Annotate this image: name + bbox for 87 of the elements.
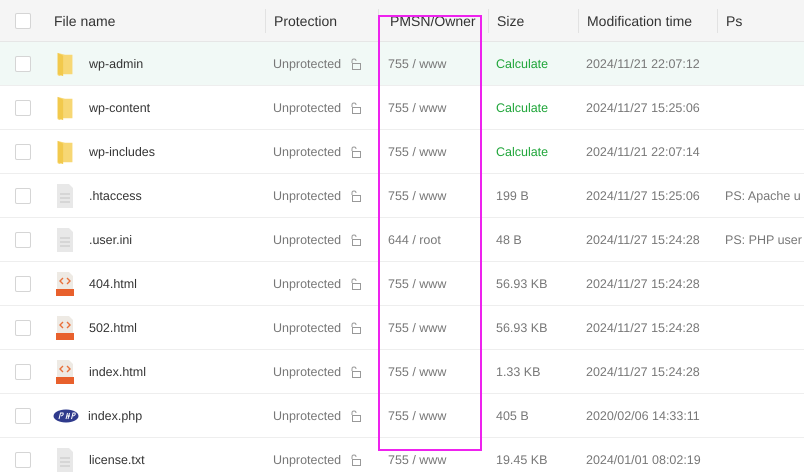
protection-status: Unprotected	[273, 408, 342, 422]
select-all-checkbox[interactable]	[14, 12, 30, 28]
unlock-icon[interactable]	[349, 278, 362, 290]
row-checkbox[interactable]	[14, 100, 30, 116]
folder-icon	[55, 94, 75, 120]
protection-status: Unprotected	[273, 232, 342, 246]
modification-time: 2024/11/27 15:24:28	[586, 364, 700, 378]
permission-owner[interactable]: 755 / www	[388, 320, 446, 334]
remark-text[interactable]: PS: PHP user	[725, 232, 802, 246]
protection-status: Unprotected	[273, 452, 342, 466]
permission-owner[interactable]: 755 / www	[388, 452, 446, 466]
protection-status: Unprotected	[273, 320, 342, 334]
unlock-icon[interactable]	[349, 234, 362, 246]
unlock-icon[interactable]	[349, 146, 362, 158]
modification-time: 2024/01/01 08:02:19	[586, 452, 701, 466]
unlock-icon[interactable]	[349, 58, 362, 70]
file-size: 1.33 KB	[496, 364, 540, 378]
row-checkbox[interactable]	[14, 320, 30, 336]
row-checkbox[interactable]	[14, 56, 30, 72]
permission-owner[interactable]: 755 / www	[388, 364, 446, 378]
modification-time: 2024/11/27 15:24:28	[586, 320, 700, 334]
table-row[interactable]: wp-admin Unprotected 755 / www Calculate 2024/11/21 22:07:12	[0, 42, 804, 86]
protection-status: Unprotected	[273, 188, 342, 202]
remark-text[interactable]: PS: Apache u	[725, 188, 801, 202]
file-name[interactable]: wp-includes	[89, 144, 156, 158]
file-name[interactable]: wp-admin	[89, 56, 144, 70]
html-file-icon	[55, 270, 75, 296]
modification-time: 2024/11/27 15:25:06	[586, 100, 700, 114]
protection-status: Unprotected	[273, 364, 342, 378]
file-name[interactable]: index.html	[89, 364, 146, 378]
modification-time: 2024/11/21 22:07:14	[586, 144, 700, 158]
column-header[interactable]: PMSN/Owner	[390, 12, 476, 28]
permission-owner[interactable]: 644 / root	[388, 232, 441, 246]
row-checkbox[interactable]	[14, 364, 30, 380]
php-icon	[53, 408, 79, 422]
row-checkbox[interactable]	[14, 452, 30, 468]
folder-icon	[55, 50, 75, 76]
protection-status: Unprotected	[273, 144, 342, 158]
file-size: 48 B	[496, 232, 522, 246]
file-size: 56.93 KB	[496, 320, 548, 334]
folder-icon	[55, 138, 75, 164]
file-name[interactable]: 502.html	[89, 320, 137, 334]
row-checkbox[interactable]	[14, 144, 30, 160]
file-name[interactable]: index.php	[88, 408, 142, 422]
unlock-icon[interactable]	[349, 102, 362, 114]
modification-time: 2024/11/27 15:24:28	[586, 276, 700, 290]
permission-owner[interactable]: 755 / www	[388, 56, 446, 70]
row-checkbox[interactable]	[14, 276, 30, 292]
column-header[interactable]: Protection	[274, 12, 338, 28]
modification-time: 2024/11/27 15:25:06	[586, 188, 700, 202]
html-file-icon	[55, 358, 75, 384]
row-checkbox[interactable]	[14, 408, 30, 424]
protection-status: Unprotected	[273, 100, 342, 114]
file-size: 19.45 KB	[496, 452, 548, 466]
unlock-icon[interactable]	[349, 454, 362, 466]
file-size: 405 B	[496, 408, 529, 422]
column-header[interactable]: File name	[54, 12, 116, 28]
file-size: 56.93 KB	[496, 276, 548, 290]
file-name[interactable]: .user.ini	[89, 232, 132, 246]
permission-owner[interactable]: 755 / www	[388, 276, 446, 290]
permission-owner[interactable]: 755 / www	[388, 100, 446, 114]
html-file-icon	[55, 314, 75, 340]
document-icon	[55, 446, 75, 472]
file-name[interactable]: license.txt	[89, 452, 145, 466]
file-size: 199 B	[496, 188, 529, 202]
document-icon	[55, 226, 75, 252]
permission-owner[interactable]: 755 / www	[388, 188, 446, 202]
modification-time: 2024/11/21 22:07:12	[586, 56, 700, 70]
row-checkbox[interactable]	[14, 232, 30, 248]
file-name[interactable]: .htaccess	[89, 188, 142, 202]
unlock-icon[interactable]	[349, 410, 362, 422]
column-header[interactable]: Ps	[726, 12, 742, 28]
column-header[interactable]: Modification time	[587, 12, 692, 28]
permission-owner[interactable]: 755 / www	[388, 408, 446, 422]
file-name[interactable]: 404.html	[89, 276, 137, 290]
protection-status: Unprotected	[273, 56, 342, 70]
column-header[interactable]: Size	[497, 12, 524, 28]
unlock-icon[interactable]	[349, 190, 362, 202]
modification-time: 2024/11/27 15:24:28	[586, 232, 700, 246]
row-checkbox[interactable]	[14, 188, 30, 204]
protection-status: Unprotected	[273, 276, 342, 290]
modification-time: 2020/02/06 14:33:11	[586, 408, 700, 422]
document-icon	[55, 182, 75, 208]
permission-owner[interactable]: 755 / www	[388, 144, 446, 158]
file-name[interactable]: wp-content	[89, 100, 150, 114]
unlock-icon[interactable]	[349, 322, 362, 334]
unlock-icon[interactable]	[349, 366, 362, 378]
